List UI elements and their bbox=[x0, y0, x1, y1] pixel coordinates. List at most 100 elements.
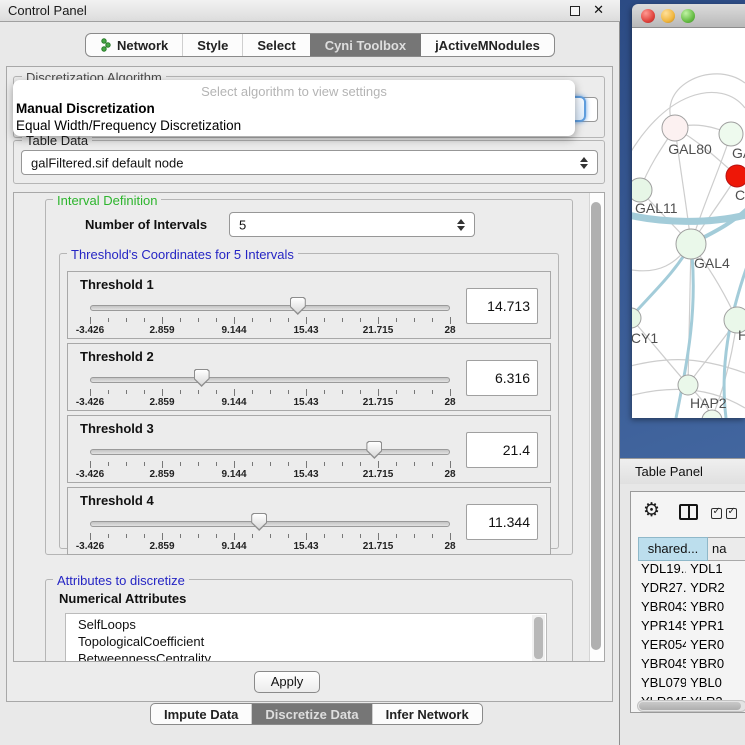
slider-tick bbox=[396, 318, 397, 322]
tab-select[interactable]: Select bbox=[242, 34, 309, 56]
table-cell[interactable]: YBR0 bbox=[686, 599, 745, 618]
table-row[interactable]: YBL079WYBL0 bbox=[638, 675, 745, 694]
slider-tick-label: 15.43 bbox=[276, 469, 336, 480]
table-cell[interactable]: YBR043C bbox=[638, 599, 686, 618]
network-node[interactable] bbox=[632, 308, 641, 328]
num-intervals-combobox[interactable]: 5 bbox=[229, 212, 475, 237]
slider-tick bbox=[360, 318, 361, 322]
checkbox-icon[interactable] bbox=[726, 508, 737, 519]
settings-scrollbar-thumb[interactable] bbox=[591, 202, 601, 650]
attribute-list-item[interactable]: SelfLoops bbox=[66, 616, 546, 633]
split-column-icon[interactable] bbox=[679, 504, 698, 520]
table-cell[interactable]: YBR045C bbox=[638, 656, 686, 675]
slider-tick bbox=[396, 534, 397, 538]
slider-thumb[interactable] bbox=[366, 441, 382, 459]
slider-tick bbox=[162, 389, 163, 396]
tab-cyni-toolbox[interactable]: Cyni Toolbox bbox=[310, 34, 420, 56]
table-row[interactable]: YDL19...YDL1 bbox=[638, 561, 745, 580]
table-cell[interactable]: YBL0 bbox=[686, 675, 745, 694]
table-horizontal-scrollbar[interactable] bbox=[637, 700, 745, 712]
threshold-value-field[interactable]: 21.4 bbox=[466, 432, 538, 468]
table-row[interactable]: YDR27...YDR2 bbox=[638, 580, 745, 599]
table-cell[interactable]: YBR0 bbox=[686, 656, 745, 675]
slider-thumb[interactable] bbox=[251, 513, 267, 531]
settings-scrollbar[interactable] bbox=[589, 193, 604, 661]
tab-impute-data[interactable]: Impute Data bbox=[151, 704, 251, 724]
dropdown-option-equal-width[interactable]: Equal Width/Frequency Discretization bbox=[16, 118, 241, 133]
network-node[interactable] bbox=[702, 410, 722, 418]
threshold-value-field[interactable]: 11.344 bbox=[466, 504, 538, 540]
dropdown-option-manual[interactable]: Manual Discretization bbox=[16, 101, 155, 116]
table-cell[interactable]: YDL1 bbox=[686, 561, 745, 580]
tab-jactivemnodules[interactable]: jActiveMNodules bbox=[420, 34, 554, 56]
network-icon bbox=[100, 38, 112, 52]
table-row[interactable]: YER054CYER0 bbox=[638, 637, 745, 656]
table-cell[interactable]: YBL079W bbox=[638, 675, 686, 694]
threshold-value-field[interactable]: 6.316 bbox=[466, 360, 538, 396]
tab-discretize-data[interactable]: Discretize Data bbox=[251, 704, 371, 724]
tab-infer-network[interactable]: Infer Network bbox=[372, 704, 482, 724]
slider-tick bbox=[360, 534, 361, 538]
table-cell[interactable]: YPR145W bbox=[638, 618, 686, 637]
attribute-list-item[interactable]: TopologicalCoefficient bbox=[66, 633, 546, 650]
network-window-titlebar[interactable] bbox=[632, 4, 745, 28]
slider-tick bbox=[180, 318, 181, 322]
table-cell[interactable]: YDR27... bbox=[638, 580, 686, 599]
bottom-tab-bar: Impute Data Discretize Data Infer Networ… bbox=[150, 703, 483, 725]
slider-tick bbox=[288, 462, 289, 466]
list-scrollbar-thumb[interactable] bbox=[534, 617, 543, 659]
table-cell[interactable]: YDL19... bbox=[638, 561, 686, 580]
table-cell[interactable]: YPR1 bbox=[686, 618, 745, 637]
table-row[interactable]: YBR043CYBR0 bbox=[638, 599, 745, 618]
table-column-header[interactable]: na bbox=[708, 537, 745, 561]
threshold-value-field[interactable]: 14.713 bbox=[466, 288, 538, 324]
slider-tick-label: 15.43 bbox=[276, 325, 336, 336]
float-window-icon[interactable] bbox=[570, 6, 580, 16]
slider-thumb[interactable] bbox=[290, 297, 306, 315]
table-hscrollbar-thumb[interactable] bbox=[639, 702, 741, 710]
table-data-combobox[interactable]: galFiltered.sif default node bbox=[21, 150, 598, 175]
network-node-label: C bbox=[735, 187, 745, 203]
checkbox-icon[interactable] bbox=[711, 508, 722, 519]
table-row[interactable]: YBR045CYBR0 bbox=[638, 656, 745, 675]
network-node[interactable] bbox=[662, 115, 688, 141]
slider-tick bbox=[90, 389, 91, 396]
slider-track[interactable] bbox=[90, 521, 450, 527]
table-column-header[interactable]: shared... bbox=[638, 537, 708, 561]
table-row[interactable]: YPR145WYPR1 bbox=[638, 618, 745, 637]
gear-icon[interactable]: ⚙ bbox=[643, 499, 660, 521]
slider-tick-label: 28 bbox=[420, 541, 480, 552]
slider-tick bbox=[234, 533, 235, 540]
slider-tick bbox=[360, 462, 361, 466]
table-cell[interactable]: YDR2 bbox=[686, 580, 745, 599]
network-node[interactable] bbox=[726, 165, 745, 187]
network-node[interactable] bbox=[632, 178, 652, 202]
network-node[interactable] bbox=[678, 375, 698, 395]
tab-network[interactable]: Network bbox=[86, 34, 182, 56]
close-icon[interactable]: ✕ bbox=[593, 2, 604, 18]
slider-track[interactable] bbox=[90, 449, 450, 455]
network-node[interactable] bbox=[719, 122, 743, 146]
spinner-arrows-icon bbox=[580, 157, 588, 169]
network-canvas[interactable]: GAL80GACGAL11GAL4GCY1HHAP2 bbox=[632, 28, 745, 418]
slider-thumb[interactable] bbox=[194, 369, 210, 387]
zoom-traffic-icon[interactable] bbox=[681, 9, 695, 23]
network-node-label: GCY1 bbox=[632, 330, 658, 346]
table-cell[interactable]: YER054C bbox=[638, 637, 686, 656]
numerical-attributes-list[interactable]: SelfLoopsTopologicalCoefficientBetweenne… bbox=[65, 613, 547, 662]
table-cell[interactable]: YER0 bbox=[686, 637, 745, 656]
slider-tick bbox=[144, 462, 145, 466]
thresholds-group-label: Threshold's Coordinates for 5 Intervals bbox=[67, 247, 298, 262]
tab-style[interactable]: Style bbox=[182, 34, 242, 56]
slider-track[interactable] bbox=[90, 377, 450, 383]
attribute-list-item[interactable]: BetweennessCentrality bbox=[66, 650, 546, 662]
minimize-traffic-icon[interactable] bbox=[661, 9, 675, 23]
slider-tick-label: 2.859 bbox=[132, 397, 192, 408]
slider-tick bbox=[234, 389, 235, 396]
close-traffic-icon[interactable] bbox=[641, 9, 655, 23]
list-scrollbar[interactable] bbox=[532, 615, 545, 662]
network-edge bbox=[632, 318, 688, 385]
slider-tick-label: 2.859 bbox=[132, 541, 192, 552]
apply-button[interactable]: Apply bbox=[254, 671, 320, 693]
slider-track[interactable] bbox=[90, 305, 450, 311]
